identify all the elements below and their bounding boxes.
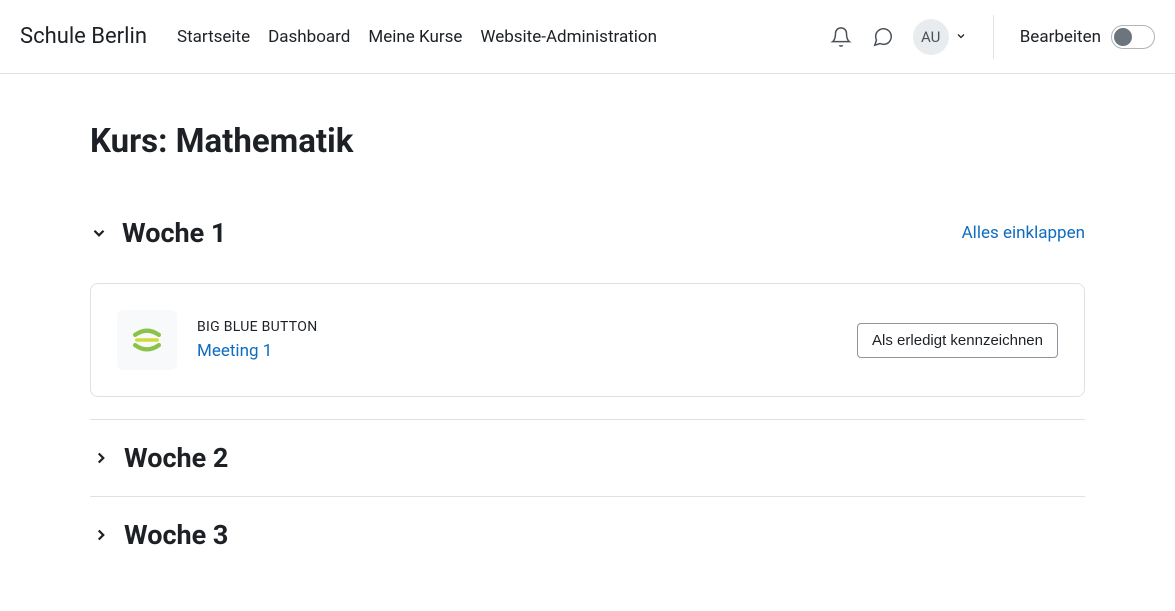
edit-label: Bearbeiten [1020,27,1101,47]
chevron-right-icon [92,526,110,544]
section-toggle-3[interactable]: Woche 3 [90,519,1085,551]
nav-links: Startseite Dashboard Meine Kurse Website… [177,27,829,47]
nav-link-website-administration[interactable]: Website-Administration [480,27,657,47]
nav-link-startseite[interactable]: Startseite [177,27,250,47]
section-row-2: Woche 2 [90,419,1085,496]
section-toggle-1[interactable]: Woche 1 [90,217,226,249]
collapse-all-link[interactable]: Alles einklappen [962,223,1085,243]
chevron-down-icon [955,27,967,46]
chevron-right-icon [92,449,110,467]
edit-mode-toggle[interactable] [1111,25,1155,49]
nav-link-dashboard[interactable]: Dashboard [268,27,350,47]
course-title: Kurs: Mathematik [90,122,1085,161]
activity-info: BIG BLUE BUTTON Meeting 1 [197,319,318,361]
activity-card: BIG BLUE BUTTON Meeting 1 Als erledigt k… [90,283,1085,397]
nav-right: AU Bearbeiten [829,15,1155,59]
section-row-3: Woche 3 [90,496,1085,551]
bigbluebutton-icon [117,310,177,370]
toggle-knob [1114,28,1132,46]
notifications-icon[interactable] [829,25,853,49]
navbar: Schule Berlin Startseite Dashboard Meine… [0,0,1175,74]
user-menu[interactable]: AU [913,19,967,55]
nav-link-meine-kurse[interactable]: Meine Kurse [368,27,462,47]
edit-section: Bearbeiten [1020,25,1155,49]
section-title-3: Woche 3 [124,519,228,551]
activity-link[interactable]: Meeting 1 [197,341,318,361]
brand[interactable]: Schule Berlin [20,24,147,49]
section-title-2: Woche 2 [124,442,228,474]
activity-left: BIG BLUE BUTTON Meeting 1 [117,310,318,370]
avatar[interactable]: AU [913,19,949,55]
divider [993,15,994,59]
mark-done-button[interactable]: Als erledigt kennzeichnen [857,323,1058,358]
activity-type-label: BIG BLUE BUTTON [197,319,318,335]
content: Kurs: Mathematik Woche 1 Alles einklappe… [0,74,1175,571]
section-toggle-2[interactable]: Woche 2 [90,442,1085,474]
chevron-down-icon [90,224,108,242]
section-title-1: Woche 1 [122,217,226,249]
messages-icon[interactable] [871,25,895,49]
section-header-1: Woche 1 Alles einklappen [90,217,1085,261]
